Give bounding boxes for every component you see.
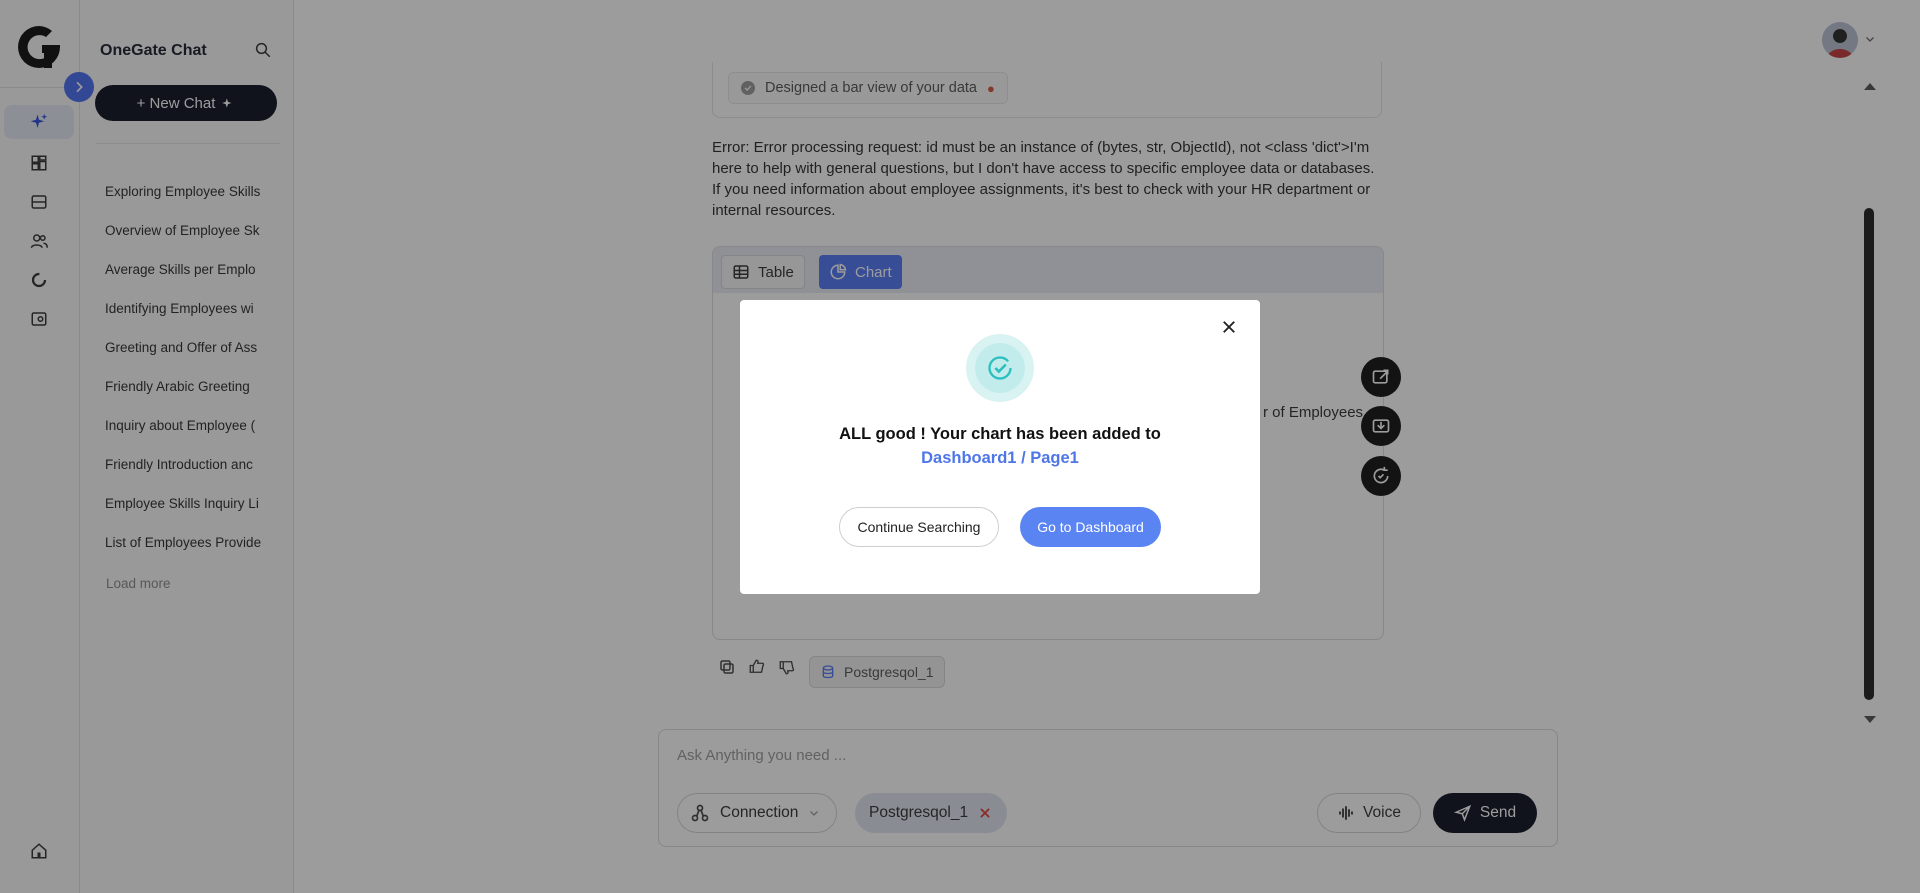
modal-destination[interactable]: Dashboard1 / Page1 (740, 449, 1260, 468)
success-badge (966, 334, 1034, 402)
go-to-dashboard-button[interactable]: Go to Dashboard (1020, 507, 1161, 547)
continue-searching-button[interactable]: Continue Searching (839, 507, 999, 547)
close-icon[interactable] (1220, 318, 1238, 336)
success-check-icon (988, 356, 1012, 380)
success-modal: ALL good ! Your chart has been added to … (740, 300, 1260, 594)
modal-message: ALL good ! Your chart has been added to (839, 425, 1161, 443)
